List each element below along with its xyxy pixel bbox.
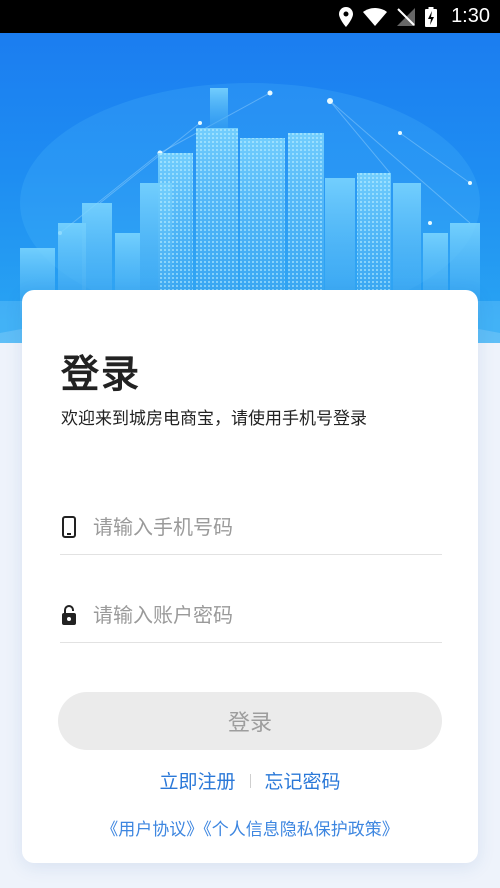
- login-button[interactable]: 登录: [58, 692, 442, 750]
- phone-field: [60, 500, 442, 555]
- link-divider: [249, 773, 251, 788]
- wifi-icon: [363, 7, 388, 26]
- battery-charging-icon: [425, 6, 438, 27]
- status-bar: 1:30: [0, 0, 500, 33]
- password-input[interactable]: [91, 602, 425, 628]
- policy-links: 《用户协议》《个人信息隐私保护政策》: [22, 815, 478, 840]
- forgot-password-link[interactable]: 忘记密码: [265, 767, 341, 794]
- login-card: 登录 欢迎来到城房电商宝，请使用手机号登录 登录 立即注册 忘记密码 《用户协议…: [22, 290, 478, 863]
- page-title: 登录: [61, 352, 142, 396]
- status-time: 1:30: [451, 5, 490, 27]
- user-agreement-link[interactable]: 《用户协议》: [101, 820, 203, 840]
- phone-icon: [60, 515, 78, 539]
- location-icon: [339, 6, 354, 27]
- auth-links: 立即注册 忘记密码: [22, 767, 478, 794]
- password-field: [60, 588, 442, 643]
- register-link[interactable]: 立即注册: [159, 767, 235, 794]
- welcome-subtitle: 欢迎来到城房电商宝，请使用手机号登录: [61, 409, 367, 429]
- no-signal-icon: [397, 7, 416, 26]
- lock-icon: [60, 603, 78, 627]
- privacy-policy-link[interactable]: 《个人信息隐私保护政策》: [203, 820, 399, 840]
- phone-input[interactable]: [91, 514, 425, 540]
